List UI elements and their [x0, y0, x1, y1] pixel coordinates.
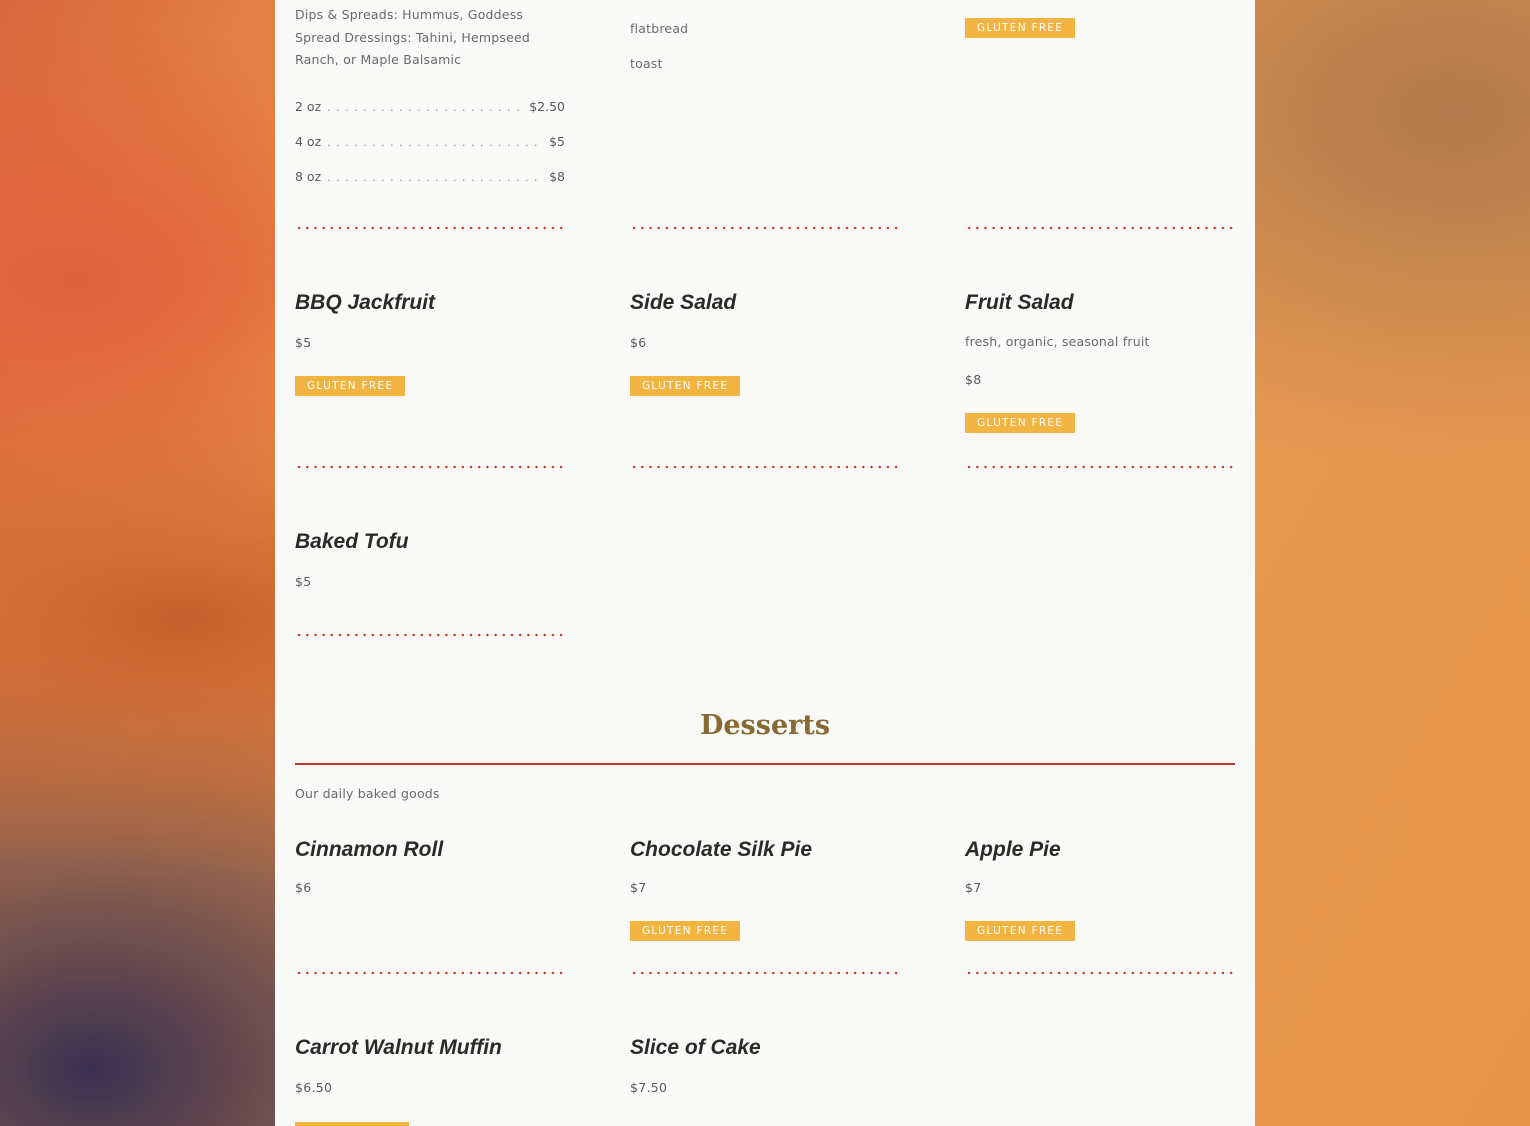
section-subtitle: Our daily baked goods	[295, 786, 440, 801]
dish-price: $7	[630, 880, 647, 895]
gluten-free-badge-partial	[295, 1122, 409, 1126]
dish-title: Chocolate Silk Pie	[630, 838, 813, 861]
bread-option-toast: toast	[630, 56, 663, 71]
size-row: 2 oz . . . . . . . . . . . . . . . . . .…	[295, 99, 565, 114]
dips-description-line1: Dips & Spreads: Hummus, Goddess	[295, 7, 524, 22]
dips-item: Dips & Spreads: Hummus, Goddess Spread D…	[295, 4, 565, 72]
leader-dots: . . . . . . . . . . . . . . . . . . . . …	[327, 171, 543, 184]
menu-item-carrot-walnut-muffin: Carrot Walnut Muffin $6.50	[295, 1036, 565, 1095]
dish-price: $7.50	[630, 1080, 668, 1095]
menu-item-cinnamon-roll: Cinnamon Roll $6	[295, 838, 565, 895]
size-row: 8 oz . . . . . . . . . . . . . . . . . .…	[295, 169, 565, 184]
menu-item-fruit-salad: Fruit Salad fresh, organic, seasonal fru…	[965, 291, 1235, 433]
dish-price: $6	[630, 335, 647, 350]
leader-dots: . . . . . . . . . . . . . . . . . . . . …	[327, 136, 543, 149]
dish-price: $8	[965, 371, 982, 387]
dish-price: $5	[295, 335, 312, 350]
dish-price: $6	[295, 880, 312, 895]
size-price: $8	[549, 169, 565, 184]
dotted-divider	[295, 633, 565, 637]
dotted-divider	[965, 465, 1235, 469]
dotted-divider	[630, 971, 900, 975]
dips-description-line2: Spread Dressings: Tahini, Hempseed	[295, 29, 531, 45]
gluten-free-badge: GLUTEN FREE	[965, 18, 1076, 38]
menu-item-apple-pie: Apple Pie $7 GLUTEN FREE	[965, 838, 1235, 941]
menu-panel: Dips & Spreads: Hummus, Goddess Spread D…	[275, 0, 1255, 1126]
gluten-free-badge: GLUTEN FREE	[630, 921, 741, 941]
dips-description-line3: Ranch, or Maple Balsamic	[295, 52, 462, 67]
dotted-divider	[295, 465, 565, 469]
gluten-free-badge: GLUTEN FREE	[630, 376, 741, 396]
gluten-free-badge: GLUTEN FREE	[295, 376, 406, 396]
menu-item-slice-of-cake: Slice of Cake $7.50	[630, 1036, 900, 1095]
bread-option-flatbread: flatbread	[630, 21, 689, 36]
dish-price: $6.50	[295, 1080, 333, 1095]
size-label: 4 oz	[295, 134, 322, 149]
leader-dots: . . . . . . . . . . . . . . . . . . . . …	[327, 101, 523, 114]
dotted-divider	[630, 226, 900, 230]
dish-title: Fruit Salad	[965, 291, 1074, 314]
gluten-free-badge: GLUTEN FREE	[965, 921, 1076, 941]
size-price: $5	[549, 134, 565, 149]
dish-title: Baked Tofu	[295, 530, 409, 553]
dish-price: $5	[295, 574, 312, 589]
menu-item-bbq-jackfruit: BBQ Jackfruit $5 GLUTEN FREE	[295, 291, 565, 396]
dish-title: Cinnamon Roll	[295, 838, 444, 861]
section-title-desserts: Desserts	[699, 710, 831, 741]
dish-title: BBQ Jackfruit	[295, 291, 436, 314]
menu-item-chocolate-silk-pie: Chocolate Silk Pie $7 GLUTEN FREE	[630, 838, 900, 941]
dotted-divider	[630, 465, 900, 469]
dish-title: Side Salad	[630, 291, 737, 314]
dotted-divider	[965, 226, 1235, 230]
menu-item-side-salad: Side Salad $6 GLUTEN FREE	[630, 291, 900, 396]
dish-title: Carrot Walnut Muffin	[295, 1036, 502, 1059]
dotted-divider	[965, 971, 1235, 975]
size-price: $2.50	[529, 99, 565, 114]
dish-title: Slice of Cake	[630, 1036, 761, 1059]
gluten-free-badge: GLUTEN FREE	[965, 412, 1076, 433]
dish-price: $7	[965, 880, 982, 895]
dish-title: Apple Pie	[965, 838, 1061, 861]
size-label: 2 oz	[295, 99, 322, 114]
section-divider	[295, 763, 1235, 765]
size-label: 8 oz	[295, 169, 322, 184]
menu-item-baked-tofu: Baked Tofu $5	[295, 530, 565, 589]
dotted-divider	[295, 971, 565, 975]
size-row: 4 oz . . . . . . . . . . . . . . . . . .…	[295, 134, 565, 149]
dotted-divider	[295, 226, 565, 230]
dish-description: fresh, organic, seasonal fruit	[965, 334, 1150, 349]
